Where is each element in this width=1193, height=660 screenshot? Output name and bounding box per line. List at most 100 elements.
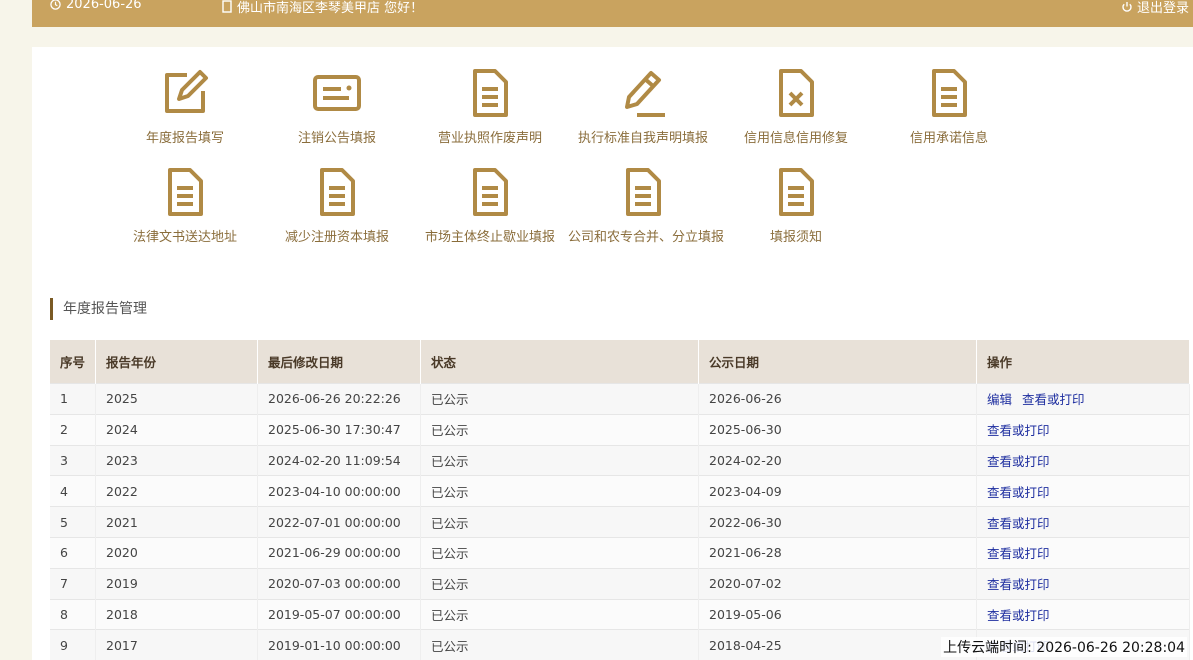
logout-button[interactable]: 退出登录 (1121, 0, 1189, 16)
tile-1[interactable]: 年度报告填写 (110, 67, 260, 146)
view-print-link[interactable]: 查看或打印 (987, 577, 1050, 592)
cell-status: 已公示 (420, 629, 699, 660)
view-print-link[interactable]: 查看或打印 (987, 485, 1050, 500)
cell-actions: 查看或打印 (976, 536, 1190, 569)
table-row: 6 2020 2021-06-29 00:00:00 已公示 2021-06-28 查看或… (50, 536, 1190, 569)
pen-sign-icon (625, 71, 665, 117)
document-icon (473, 69, 508, 117)
cell-published: 2019-05-06 (698, 598, 977, 630)
tile-label: 公司和农专合并、分立填报 (568, 230, 725, 245)
tile-label: 市场主体终止歇业填报 (424, 230, 555, 245)
view-print-link[interactable]: 查看或打印 (987, 423, 1050, 438)
tile-9[interactable]: 市场主体终止歇业填报 (415, 166, 565, 245)
table-row: 3 2023 2024-02-20 11:09:54 已公示 2024-02-20 查看或… (50, 444, 1190, 476)
tile-3[interactable]: 营业执照作废声明 (415, 67, 565, 146)
view-print-link[interactable]: 查看或打印 (1022, 392, 1085, 407)
tile-10[interactable]: 公司和农专合并、分立填报 (568, 166, 725, 245)
view-print-link[interactable]: 查看或打印 (987, 608, 1050, 623)
document-icon (320, 168, 355, 216)
cell-modified: 2025-06-30 17:30:47 (257, 413, 421, 446)
tile-label: 信用承诺信息 (909, 131, 988, 146)
cell-published: 2020-07-02 (698, 567, 977, 600)
cell-actions: 查看或打印 (976, 567, 1190, 600)
greeting-text: 佛山市南海区李琴美甲店 您好！ (237, 1, 424, 16)
table-row: 4 2022 2023-04-10 00:00:00 已公示 2023-04-09 查看或… (50, 475, 1190, 507)
tile-label: 执行标准自我声明填报 (577, 131, 708, 146)
view-print-link[interactable]: 查看或打印 (987, 454, 1050, 469)
cell-year: 2024 (95, 413, 258, 446)
tile-11[interactable]: 填报须知 (721, 166, 871, 245)
cell-no: 5 (50, 506, 96, 538)
logout-label: 退出登录 (1136, 1, 1189, 16)
cell-status: 已公示 (420, 536, 699, 569)
power-icon (1122, 1, 1132, 12)
tile-label: 信用信息信用修复 (743, 131, 848, 146)
view-print-link[interactable]: 查看或打印 (987, 516, 1050, 531)
view-print-link[interactable]: 查看或打印 (987, 546, 1050, 561)
main-panel: 年度报告填写 注销公告填报 营业执照作废声明 执行标准自我声明填报 信用信息信用修复 信用… (32, 47, 1193, 660)
cell-year: 2022 (95, 475, 258, 507)
document-icon (626, 168, 661, 216)
col-header-modified: 最后修改日期 (257, 340, 421, 384)
cell-year: 2018 (95, 598, 258, 630)
cell-status: 已公示 (420, 567, 699, 600)
table-header-row: 序号 报告年份 最后修改日期 状态 公示日期 操作 (50, 340, 1190, 384)
cell-modified: 2022-07-01 00:00:00 (257, 506, 421, 538)
cell-published: 2026-06-26 (698, 383, 977, 415)
cell-actions: 查看或打印 (976, 475, 1190, 507)
header-date-text: 2026-06-26 (66, 0, 142, 12)
upload-time-overlay: 上传云端时间: 2026-06-26 20:28:04 (941, 637, 1187, 657)
edit-link[interactable]: 编辑 (987, 392, 1012, 407)
col-header-published: 公示日期 (698, 340, 977, 384)
tile-6[interactable]: 信用承诺信息 (874, 67, 1024, 146)
cell-status: 已公示 (420, 413, 699, 446)
tile-8[interactable]: 减少注册资本填报 (262, 166, 412, 245)
cell-actions: 查看或打印 (976, 413, 1190, 446)
tile-4[interactable]: 执行标准自我声明填报 (568, 67, 718, 146)
table-row: 2 2024 2025-06-30 17:30:47 已公示 2025-06-30 查看或… (50, 413, 1190, 446)
cell-published: 2024-02-20 (698, 444, 977, 476)
pencil-square-icon (165, 70, 208, 113)
tile-7[interactable]: 法律文书送达地址 (110, 166, 260, 245)
document-icon (779, 168, 814, 216)
cell-no: 8 (50, 598, 96, 630)
tile-label: 法律文书送达地址 (132, 230, 237, 245)
id-card-icon (313, 75, 361, 111)
cell-modified: 2019-01-10 00:00:00 (257, 629, 421, 660)
cell-modified: 2026-06-26 20:22:26 (257, 383, 421, 415)
cell-year: 2023 (95, 444, 258, 476)
cell-year: 2025 (95, 383, 258, 415)
table-row: 8 2018 2019-05-07 00:00:00 已公示 2019-05-06 查看或… (50, 598, 1190, 630)
cell-status: 已公示 (420, 475, 699, 507)
document-icon (932, 69, 967, 117)
clock-icon (50, 0, 61, 10)
store-icon (222, 0, 232, 13)
cell-modified: 2021-06-29 00:00:00 (257, 536, 421, 569)
cell-published: 2023-04-09 (698, 475, 977, 507)
header-greeting: 佛山市南海区李琴美甲店 您好！ (222, 0, 423, 16)
table-row: 7 2019 2020-07-03 00:00:00 已公示 2020-07-02 查看或… (50, 567, 1190, 600)
document-icon (473, 168, 508, 216)
cell-no: 9 (50, 629, 96, 660)
cell-modified: 2023-04-10 00:00:00 (257, 475, 421, 507)
cell-no: 7 (50, 567, 96, 600)
col-header-no: 序号 (50, 340, 96, 384)
cell-published: 2021-06-28 (698, 536, 977, 569)
document-x-icon (779, 69, 814, 117)
cell-no: 4 (50, 475, 96, 507)
table-row: 5 2021 2022-07-01 00:00:00 已公示 2022-06-30 查看或… (50, 506, 1190, 538)
cell-status: 已公示 (420, 383, 699, 415)
tile-label: 填报须知 (769, 230, 822, 245)
cell-actions: 查看或打印 (976, 598, 1190, 630)
cell-published: 2018-04-25 (698, 629, 977, 660)
cell-actions: 编辑 查看或打印 (976, 383, 1190, 415)
section-title: 年度报告管理 (50, 298, 147, 320)
col-header-year: 报告年份 (95, 340, 258, 384)
tile-5[interactable]: 信用信息信用修复 (721, 67, 871, 146)
cell-modified: 2024-02-20 11:09:54 (257, 444, 421, 476)
cell-modified: 2019-05-07 00:00:00 (257, 598, 421, 630)
tile-2[interactable]: 注销公告填报 (262, 67, 412, 146)
header-date: 2026-06-26 (50, 0, 142, 12)
annual-report-table: 序号 报告年份 最后修改日期 状态 公示日期 操作 1 2025 2026-06-2… (50, 340, 1190, 660)
top-bar: 2026-06-26 佛山市南海区李琴美甲店 您好！ 退出登录 (32, 0, 1193, 27)
